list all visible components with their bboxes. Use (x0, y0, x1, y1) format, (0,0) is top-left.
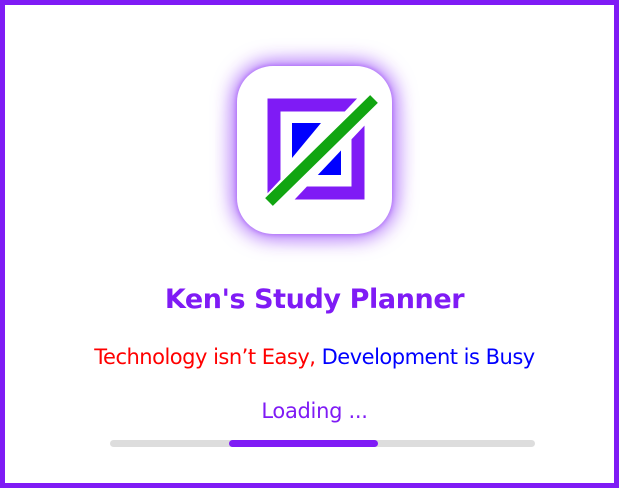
tagline-part-two: Development is Busy (321, 345, 536, 369)
splash-screen: Ken's Study Planner Technology isn’t Eas… (0, 0, 619, 488)
loading-progress-track (110, 440, 535, 447)
loading-label: Loading ... (261, 399, 368, 423)
loading-progress-fill (229, 440, 378, 447)
tagline: Technology isn’t Easy, Development is Bu… (5, 345, 619, 369)
tagline-part-one: Technology isn’t Easy, (94, 345, 316, 369)
app-logo-svg (263, 88, 384, 215)
app-title: Ken's Study Planner (164, 284, 465, 315)
app-logo-icon (237, 66, 392, 234)
